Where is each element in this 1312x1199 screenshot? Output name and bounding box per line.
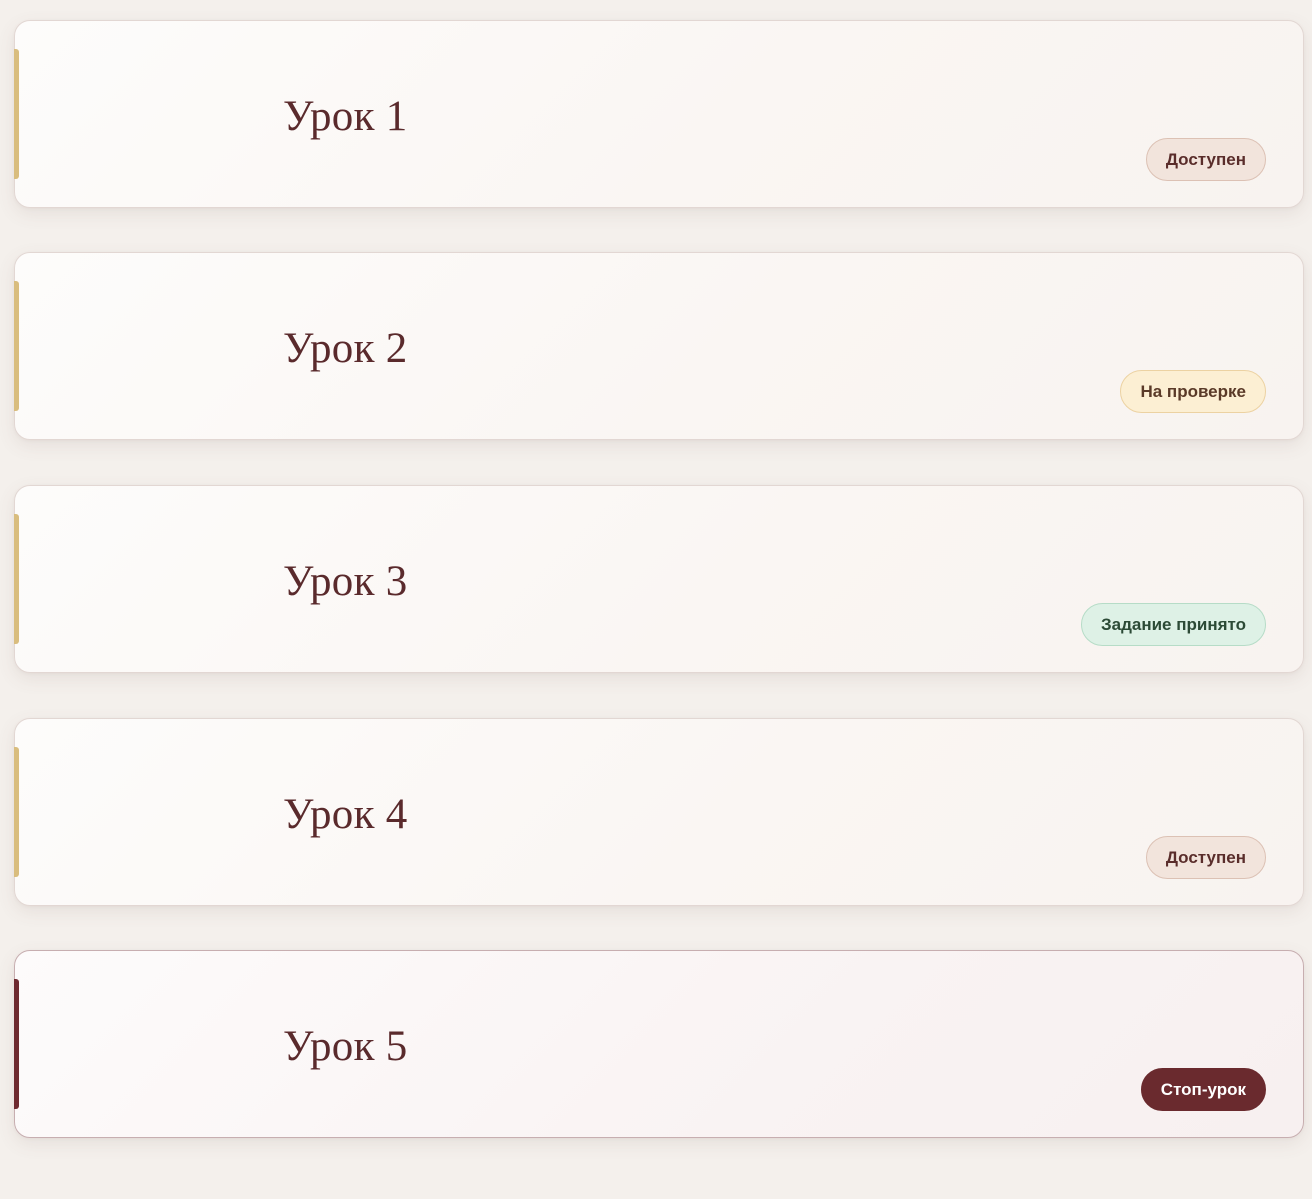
lesson-accent-bar — [14, 747, 19, 877]
lesson-accent-bar — [14, 979, 19, 1109]
status-badge: Стоп-урок — [1140, 1068, 1266, 1111]
lesson-title: Урок 3 — [283, 558, 408, 605]
lesson-card-3[interactable]: Урок 3 Задание принято — [14, 485, 1304, 673]
status-badge: Доступен — [1145, 138, 1266, 181]
status-badge: Доступен — [1145, 836, 1266, 879]
status-badge: Задание принято — [1080, 603, 1266, 646]
lesson-title: Урок 2 — [283, 325, 408, 372]
lesson-title: Урок 1 — [283, 93, 408, 140]
lesson-card-4[interactable]: Урок 4 Доступен — [14, 718, 1304, 906]
lesson-card-5[interactable]: Урок 5 Стоп-урок — [14, 950, 1304, 1138]
lesson-accent-bar — [14, 514, 19, 644]
lesson-title: Урок 4 — [283, 791, 408, 838]
status-badge: На проверке — [1120, 370, 1266, 413]
lesson-accent-bar — [14, 49, 19, 179]
lesson-card-2[interactable]: Урок 2 На проверке — [14, 252, 1304, 440]
lesson-card-1[interactable]: Урок 1 Доступен — [14, 20, 1304, 208]
lesson-list: Урок 1 Доступен Урок 2 На проверке Урок … — [0, 0, 1312, 1199]
lesson-accent-bar — [14, 281, 19, 411]
lesson-title: Урок 5 — [283, 1023, 408, 1070]
